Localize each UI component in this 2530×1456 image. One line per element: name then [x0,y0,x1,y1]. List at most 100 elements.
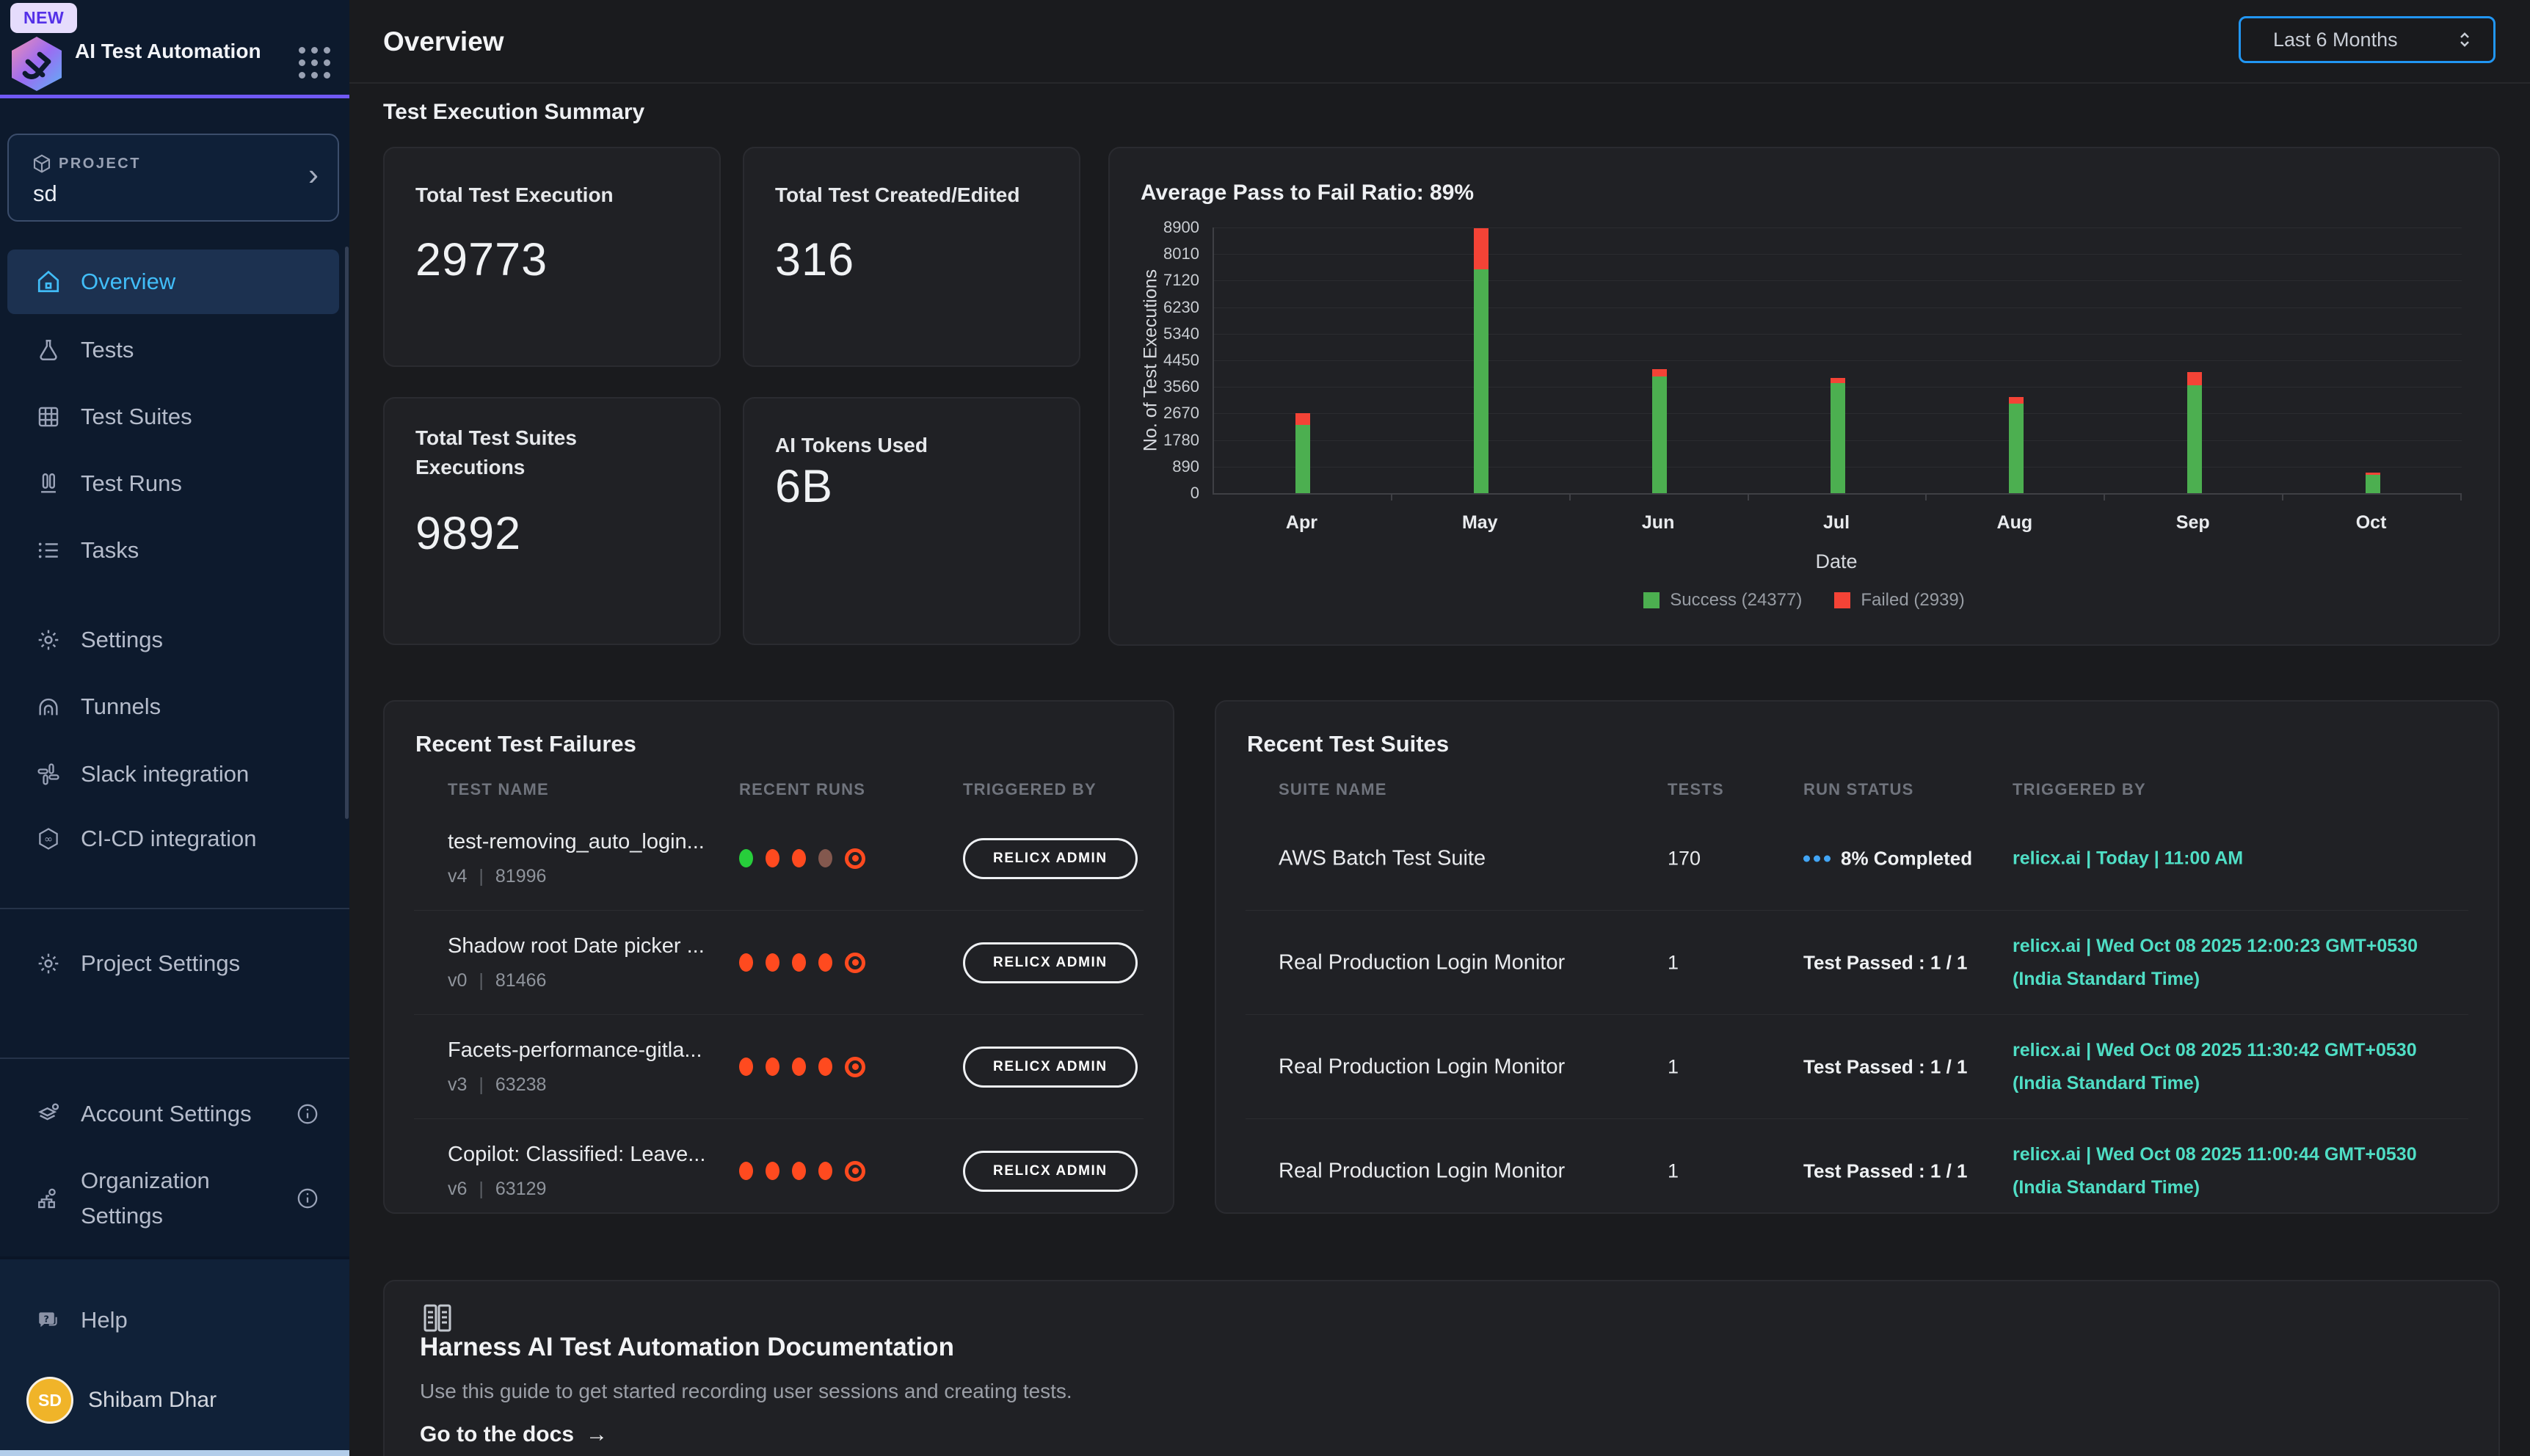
sidebar-item-tests[interactable]: Tests [7,317,339,383]
x-tick-label: Jul [1792,512,1880,534]
x-tick-label: Apr [1257,512,1345,534]
suite-tests-count: 1 [1668,951,1679,974]
sidebar-item-organization-settings[interactable]: Organization Settings [7,1145,339,1251]
failure-row: Copilot: Classified: Leave...v6|63129REL… [414,1118,1144,1223]
y-tick-label: 0 [1110,484,1199,503]
run-status-dot-fail[interactable] [766,849,779,867]
run-current-icon[interactable] [845,1161,865,1182]
run-status-dot-fail[interactable] [739,1162,753,1180]
triggered-by-link[interactable]: relicx.ai | Wed Oct 08 2025 11:00:44 GMT… [2013,1138,2417,1204]
suite-name-link[interactable]: Real Production Login Monitor [1279,1055,1565,1079]
docs-link-label: Go to the docs [420,1422,574,1447]
column-header: RECENT RUNS [739,780,865,799]
sidebar-item-overview[interactable]: Overview [7,250,339,314]
triggered-by-button[interactable]: RELICX ADMIN [963,838,1138,879]
run-current-icon[interactable] [845,1057,865,1077]
bar-aug-failed[interactable] [2009,397,2024,404]
stat-card-total-suite-executions: Total Test Suites Executions 9892 [383,397,721,645]
run-status-dot-fail[interactable] [792,953,806,972]
run-status-dot-fail[interactable] [739,953,753,972]
brand-accent-divider [0,95,349,98]
test-name-link[interactable]: Facets-performance-gitla... [448,1038,702,1063]
test-name-link[interactable]: Shadow root Date picker ... [448,934,705,958]
run-status-dot-aborted[interactable] [818,849,832,867]
bar-jun-success[interactable] [1652,376,1667,493]
legend-item[interactable]: Failed (2939) [1834,590,1964,611]
run-current-icon[interactable] [845,953,865,973]
apps-grid-icon[interactable] [299,47,330,79]
chart-title: Average Pass to Fail Ratio: 89% [1141,181,1474,205]
chart-gridline [1214,307,2462,308]
sidebar-item-help[interactable]: ? Help [7,1287,339,1353]
run-status-dot-fail[interactable] [818,1162,832,1180]
run-status-dot-fail[interactable] [766,1058,779,1076]
run-status-dot-fail[interactable] [792,1162,806,1180]
user-menu[interactable]: SD Shibam Dhar [26,1377,217,1424]
loading-dots-icon [1803,855,1831,862]
bar-jul-success[interactable] [1831,383,1845,493]
run-status-dot-fail[interactable] [792,1058,806,1076]
suite-name-link[interactable]: AWS Batch Test Suite [1279,846,1486,870]
bar-oct-failed[interactable] [2366,473,2380,474]
sidebar-item-tasks[interactable]: Tasks [7,517,339,583]
triggered-by-button[interactable]: RELICX ADMIN [963,1046,1138,1088]
sidebar-item-test-runs[interactable]: Test Runs [7,451,339,517]
column-header: TEST NAME [448,780,549,799]
run-status-dot-fail[interactable] [818,1058,832,1076]
run-status-cell: 8% Completed [1803,847,1972,870]
bar-sep-failed[interactable] [2187,372,2202,385]
bar-jul-failed[interactable] [1831,378,1845,383]
suite-name-link[interactable]: Real Production Login Monitor [1279,950,1565,975]
run-status-dot-fail[interactable] [739,1058,753,1076]
docs-link[interactable]: Go to the docs → [420,1422,608,1447]
suite-name-link[interactable]: Real Production Login Monitor [1279,1159,1565,1183]
docs-description: Use this guide to get started recording … [420,1380,1072,1403]
run-status-dot-fail[interactable] [818,953,832,972]
sidebar-item-project-settings[interactable]: Project Settings [7,931,339,997]
sidebar-scrollbar[interactable] [345,247,349,819]
run-status-cell: Test Passed : 1 / 1 [1803,1160,1968,1182]
sidebar-item-cicd-integration[interactable]: ∞ CI-CD integration [7,806,339,872]
run-status-dot-fail[interactable] [766,1162,779,1180]
sidebar-item-slack-integration[interactable]: Slack integration [7,741,339,807]
triggered-by-link[interactable]: relicx.ai | Wed Oct 08 2025 11:30:42 GMT… [2013,1034,2417,1100]
sidebar-item-tunnels[interactable]: Tunnels [7,674,339,740]
project-selector[interactable]: PROJECT sd › [7,134,339,222]
sidebar-item-label: Tasks [81,537,139,564]
bar-may-success[interactable] [1474,269,1488,493]
triggered-by-link[interactable]: relicx.ai | Today | 11:00 AM [2013,842,2243,875]
triggered-by-cell: RELICX ADMIN [963,942,1138,983]
tunnel-icon [35,694,62,719]
triggered-by-link[interactable]: relicx.ai | Wed Oct 08 2025 12:00:23 GMT… [2013,930,2418,996]
bar-may-failed[interactable] [1474,228,1488,269]
run-current-icon[interactable] [845,848,865,869]
run-status-dot-fail[interactable] [766,953,779,972]
triggered-by-button[interactable]: RELICX ADMIN [963,942,1138,983]
info-icon[interactable] [295,1186,320,1211]
sidebar-item-settings[interactable]: Settings [7,607,339,673]
sidebar-item-account-settings[interactable]: Account Settings [7,1081,339,1147]
run-status-dot-fail[interactable] [792,849,806,867]
bar-jun-failed[interactable] [1652,369,1667,376]
bar-oct-success[interactable] [2366,475,2380,493]
org-chart-gear-icon [35,1186,62,1211]
time-range-select[interactable]: Last 6 Months [2239,16,2496,63]
bar-aug-success[interactable] [2009,404,2024,493]
suites-header-row: SUITE NAME TESTS RUN STATUS TRIGGERED BY [1246,772,2468,807]
info-icon[interactable] [295,1102,320,1126]
svg-text:?: ? [43,1314,48,1325]
sidebar-item-test-suites[interactable]: Test Suites [7,384,339,450]
triggered-by-button[interactable]: RELICX ADMIN [963,1151,1138,1192]
stat-label: Total Test Created/Edited [775,181,1019,210]
suite-tests-count: 1 [1668,1160,1679,1182]
legend-item[interactable]: Success (24377) [1643,590,1802,611]
bar-apr-success[interactable] [1295,425,1310,493]
test-name-link[interactable]: test-removing_auto_login... [448,830,705,854]
run-status-text: 8% Completed [1841,847,1972,870]
test-name-link[interactable]: Copilot: Classified: Leave... [448,1143,705,1167]
bar-apr-failed[interactable] [1295,413,1310,425]
run-status-dot-pass[interactable] [739,849,753,867]
recent-runs-cell [739,953,865,973]
pass-fail-chart-card: Average Pass to Fail Ratio: 89% No. of T… [1108,147,2500,646]
bar-sep-success[interactable] [2187,385,2202,493]
